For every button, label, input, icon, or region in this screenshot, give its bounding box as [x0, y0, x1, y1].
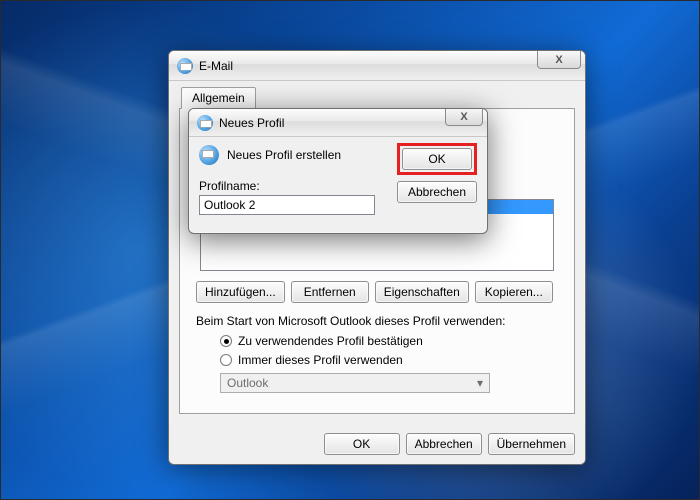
chevron-down-icon: ▾ [473, 376, 487, 390]
profilename-input[interactable] [199, 195, 375, 215]
new-profile-instruction: Neues Profil erstellen [227, 148, 341, 162]
combo-value: Outlook [227, 376, 268, 390]
email-dialog-titlebar[interactable]: E-Mail X [169, 51, 585, 81]
startup-profile-group: Beim Start von Microsoft Outlook dieses … [196, 314, 558, 393]
new-profile-cancel-button[interactable]: Abbrechen [397, 181, 477, 203]
properties-button[interactable]: Eigenschaften [375, 281, 469, 303]
remove-profile-button[interactable]: Entfernen [291, 281, 369, 303]
email-apply-button[interactable]: Übernehmen [488, 433, 575, 455]
email-ok-button[interactable]: OK [324, 433, 400, 455]
new-profile-close-button[interactable]: X [445, 108, 483, 126]
radio-icon [220, 354, 232, 366]
email-cancel-button[interactable]: Abbrechen [406, 433, 482, 455]
copy-profile-button[interactable]: Kopieren... [475, 281, 553, 303]
new-profile-ok-button[interactable]: OK [402, 148, 472, 170]
startup-group-label: Beim Start von Microsoft Outlook dieses … [196, 314, 558, 328]
email-dialog-title: E-Mail [199, 59, 233, 73]
radio-confirm-profile[interactable]: Zu verwendendes Profil bestätigen [220, 334, 558, 348]
new-profile-dialog: Neues Profil X Neues Profil erstellen OK… [188, 108, 488, 234]
radio-label: Zu verwendendes Profil bestätigen [238, 334, 423, 348]
mail-icon [199, 145, 219, 165]
close-icon: X [555, 54, 562, 66]
email-dialog-footer: OK Abbrechen Übernehmen [169, 424, 585, 464]
radio-icon [220, 335, 232, 347]
tab-allgemein[interactable]: Allgemein [181, 87, 256, 109]
add-profile-button[interactable]: Hinzufügen... [196, 281, 285, 303]
profile-button-row: Hinzufügen... Entfernen Eigenschaften Ko… [196, 281, 558, 303]
radio-label: Immer dieses Profil verwenden [238, 353, 403, 367]
default-profile-combobox: Outlook ▾ [220, 373, 490, 393]
new-profile-button-column: OK Abbrechen [397, 143, 477, 203]
radio-always-profile[interactable]: Immer dieses Profil verwenden [220, 353, 558, 367]
ok-highlight-box: OK [397, 143, 477, 175]
new-profile-titlebar[interactable]: Neues Profil X [189, 109, 487, 137]
new-profile-title: Neues Profil [219, 116, 284, 130]
email-dialog-close-button[interactable]: X [537, 51, 581, 69]
mail-icon [177, 58, 193, 74]
tab-label: Allgemein [192, 91, 245, 105]
tab-strip: Allgemein [179, 87, 575, 109]
mail-icon [197, 115, 213, 131]
close-icon: X [460, 111, 467, 123]
profilename-label: Profilname: [199, 179, 260, 193]
new-profile-body: Neues Profil erstellen OK Abbrechen Prof… [189, 137, 487, 233]
